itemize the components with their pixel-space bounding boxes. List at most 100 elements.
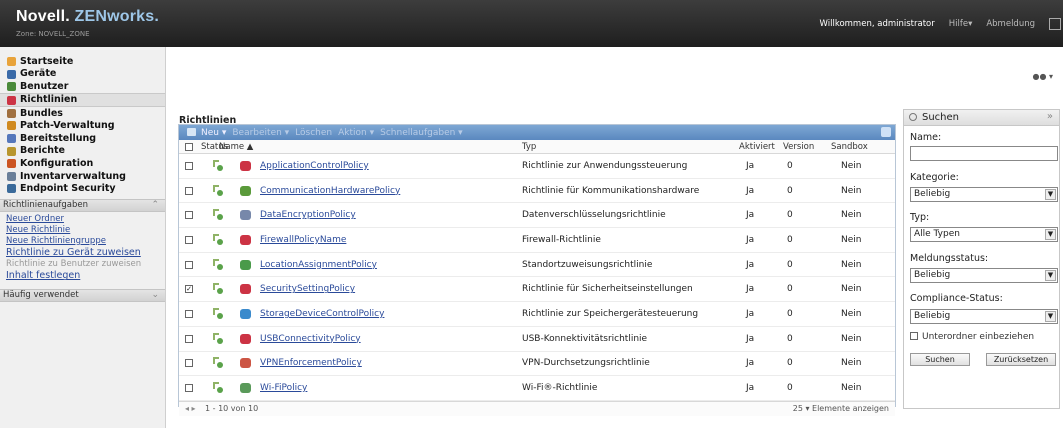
select-all-checkbox[interactable] <box>185 142 193 151</box>
policy-type: VPN-Durchsetzungsrichtlinie <box>522 358 650 369</box>
policy-name-link[interactable]: StorageDeviceControlPolicy <box>260 309 384 319</box>
chevron-down-icon[interactable]: ▼ <box>1045 229 1056 240</box>
status-icon <box>213 283 223 295</box>
policy-active: Ja <box>746 284 755 295</box>
nav-item-label: Konfiguration <box>20 157 94 169</box>
nav-item-endpoint-security[interactable]: Endpoint Security <box>0 182 165 195</box>
task-link[interactable]: Inhalt festlegen <box>0 270 165 283</box>
row-checkbox[interactable] <box>185 186 193 195</box>
task-list: Neuer Ordner Neue Richtlinie Neue Richtlin… <box>0 212 165 283</box>
items-per-page[interactable]: 25 ▾ Elemente anzeigen <box>793 404 889 413</box>
refresh-icon[interactable] <box>881 127 891 137</box>
bundle-icon <box>7 108 16 118</box>
policy-name-link[interactable]: ApplicationControlPolicy <box>260 161 369 171</box>
task-link[interactable]: Neue Richtliniengruppe <box>0 236 165 247</box>
options-icon[interactable]: ●● ▾ <box>1032 72 1053 81</box>
column-version[interactable]: Version <box>783 142 814 152</box>
pin-icon[interactable] <box>1049 17 1061 30</box>
policy-sandbox: Nein <box>841 383 862 394</box>
tasks-panel-title: Richtlinienaufgaben <box>3 200 88 211</box>
nav-item-konfiguration[interactable]: Konfiguration <box>0 157 165 170</box>
zone-label: Zone: NOVELL_ZONE <box>16 30 90 38</box>
table-row[interactable]: DataEncryptionPolicy Datenverschlüsselung… <box>179 203 895 229</box>
expand-icon[interactable]: ⌄ <box>151 290 159 300</box>
table-row[interactable]: Wi-FiPolicy Wi-Fi®-Richtlinie Ja 0 Nein <box>179 376 895 401</box>
tasks-panel-header[interactable]: Richtlinienaufgaben ⌃ <box>0 198 165 212</box>
nav-item-berichte[interactable]: Berichte <box>0 145 165 158</box>
nav-item-inventarverwaltung[interactable]: Inventarverwaltung <box>0 170 165 183</box>
collapse-right-icon[interactable]: » <box>1047 111 1053 122</box>
row-checkbox[interactable] <box>185 334 193 343</box>
policy-name-link[interactable]: DataEncryptionPolicy <box>260 210 356 220</box>
new-menu[interactable]: Neu ▾ <box>201 128 226 138</box>
pager-arrows-icon[interactable]: ◂ ▸ <box>185 404 196 413</box>
nav-item-ger-te[interactable]: Geräte <box>0 68 165 81</box>
delete-button[interactable]: Löschen <box>295 128 332 138</box>
chevron-down-icon[interactable]: ▼ <box>1045 270 1056 281</box>
table-row[interactable]: USBConnectivityPolicy USB-Konnektivitätsr… <box>179 327 895 352</box>
row-checkbox[interactable]: ✓ <box>185 285 193 294</box>
table-row[interactable]: LocationAssignmentPolicy Standortzuweisun… <box>179 253 895 278</box>
security-setting-icon <box>240 284 251 295</box>
policy-name-link[interactable]: VPNEnforcementPolicy <box>260 358 362 368</box>
task-link[interactable]: Neue Richtlinie <box>0 225 165 236</box>
nav-item-benutzer[interactable]: Benutzer <box>0 80 165 93</box>
message-status-select[interactable]: Beliebig ▼ <box>910 268 1058 283</box>
policy-active: Ja <box>746 383 755 394</box>
reset-button[interactable]: Zurücksetzen <box>986 353 1056 366</box>
chevron-down-icon[interactable]: ▼ <box>1045 189 1056 200</box>
row-checkbox[interactable] <box>185 260 193 269</box>
column-name[interactable]: Name ▲ <box>219 142 253 152</box>
task-link[interactable]: Richtlinie zu Gerät zuweisen <box>0 247 165 260</box>
policy-name-link[interactable]: Wi-FiPolicy <box>260 383 307 393</box>
table-row[interactable]: VPNEnforcementPolicy VPN-Durchsetzungsric… <box>179 352 895 377</box>
nav-item-patch-verwaltung[interactable]: Patch-Verwaltung <box>0 119 165 132</box>
status-dot <box>217 337 223 344</box>
policy-name-link[interactable]: FirewallPolicyName <box>260 235 346 245</box>
nav-item-bereitstellung[interactable]: Bereitstellung <box>0 132 165 145</box>
nav-item-bundles[interactable]: Bundles <box>0 107 165 120</box>
table-row[interactable]: ApplicationControlPolicy Richtlinie zur A… <box>179 154 895 179</box>
search-button[interactable]: Suchen <box>910 353 970 366</box>
action-menu[interactable]: Aktion ▾ <box>338 128 374 138</box>
row-checkbox[interactable] <box>185 211 193 220</box>
help-menu[interactable]: Hilfe▾ <box>949 19 973 29</box>
quick-tasks-menu[interactable]: Schnellaufgaben ▾ <box>380 128 463 138</box>
column-type[interactable]: Typ <box>522 142 536 152</box>
nav-item-richtlinien[interactable]: Richtlinien <box>0 92 165 107</box>
policy-name-link[interactable]: USBConnectivityPolicy <box>260 334 361 344</box>
table-row[interactable]: ✓ SecuritySettingPolicy Richtlinie für Sic… <box>179 277 895 303</box>
name-input[interactable] <box>910 146 1058 161</box>
table-row[interactable]: StorageDeviceControlPolicy Richtlinie zur… <box>179 302 895 327</box>
policy-sandbox: Nein <box>841 234 862 245</box>
table-row[interactable]: CommunicationHardwarePolicy Richtlinie fü… <box>179 179 895 204</box>
collapse-icon[interactable]: ⌃ <box>151 200 159 210</box>
row-checkbox[interactable] <box>185 235 193 244</box>
policy-name-link[interactable]: CommunicationHardwarePolicy <box>260 186 400 196</box>
grid-toolbar: Neu ▾ Bearbeiten ▾ Löschen Aktion ▾ Schn… <box>179 125 895 140</box>
column-active[interactable]: Aktiviert <box>739 142 775 152</box>
vpn-icon <box>240 358 251 369</box>
column-sandbox[interactable]: Sandbox <box>831 142 868 152</box>
subfolders-checkbox[interactable] <box>910 332 918 340</box>
task-link[interactable]: Neuer Ordner <box>0 214 165 225</box>
status-icon <box>213 258 223 271</box>
nav-item-label: Berichte <box>20 145 66 157</box>
nav-item-startseite[interactable]: Startseite <box>0 55 165 68</box>
nav-item-label: Endpoint Security <box>20 183 116 195</box>
frequent-panel-header[interactable]: Häufig verwendet ⌄ <box>0 288 165 302</box>
chevron-down-icon[interactable]: ▼ <box>1045 311 1056 322</box>
row-checkbox[interactable] <box>185 359 193 368</box>
edit-menu[interactable]: Bearbeiten ▾ <box>232 128 289 138</box>
row-checkbox[interactable] <box>185 161 193 170</box>
category-select[interactable]: Beliebig ▼ <box>910 187 1058 202</box>
type-select[interactable]: Alle Typen ▼ <box>910 227 1058 242</box>
policy-name-link[interactable]: SecuritySettingPolicy <box>260 284 355 294</box>
logout-link[interactable]: Abmeldung <box>986 19 1035 29</box>
row-checkbox[interactable] <box>185 384 193 393</box>
subfolders-option[interactable]: Unterordner einbeziehen <box>910 332 1034 342</box>
row-checkbox[interactable] <box>185 309 193 318</box>
compliance-status-select[interactable]: Beliebig ▼ <box>910 309 1058 324</box>
table-row[interactable]: FirewallPolicyName Firewall-Richtlinie Ja 0… <box>179 228 895 253</box>
policy-name-link[interactable]: LocationAssignmentPolicy <box>260 260 377 270</box>
